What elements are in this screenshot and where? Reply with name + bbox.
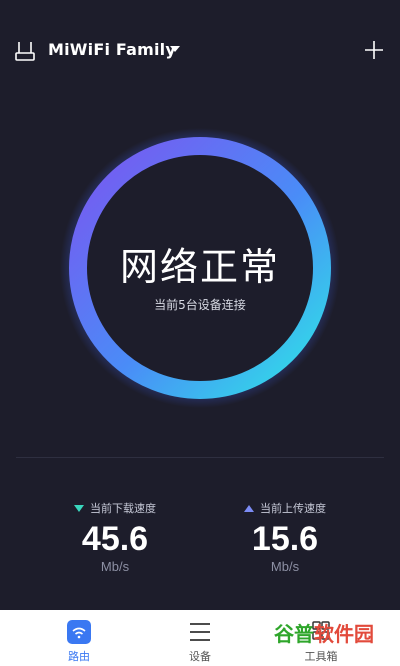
list-icon <box>190 623 210 641</box>
router-icon[interactable] <box>14 40 36 62</box>
tab-devices-label: 设备 <box>189 650 211 663</box>
upload-speed: 当前上传速度 15.6 Mb/s <box>200 500 370 574</box>
upload-arrow-icon <box>244 504 254 512</box>
watermark-part1: 谷普 <box>274 622 314 646</box>
tab-router-label: 路由 <box>68 650 90 663</box>
upload-label-text: 当前上传速度 <box>260 502 326 515</box>
network-title[interactable]: MiWiFi Family <box>48 40 176 59</box>
tab-router[interactable]: 路由 <box>24 610 134 666</box>
header: MiWiFi Family <box>0 0 400 100</box>
download-speed-unit: Mb/s <box>100 559 130 574</box>
upload-speed-unit: Mb/s <box>270 559 300 574</box>
add-icon[interactable] <box>362 38 386 62</box>
upload-speed-label: 当前上传速度 <box>200 500 370 516</box>
watermark-part2: 软件园 <box>314 622 374 646</box>
watermark: 谷普软件园 <box>274 618 374 647</box>
network-status: 网络正常 <box>119 245 280 289</box>
tab-devices[interactable]: 设备 <box>145 610 255 666</box>
download-speed-value: 45.6 <box>81 520 149 558</box>
download-speed-label: 当前下载速度 <box>30 500 200 516</box>
upload-speed-value: 15.6 <box>251 520 319 558</box>
chevron-down-icon[interactable] <box>170 46 180 52</box>
divider <box>16 457 384 458</box>
wifi-icon <box>67 620 91 644</box>
download-label-text: 当前下载速度 <box>90 502 156 515</box>
download-speed: 当前下载速度 45.6 Mb/s <box>30 500 200 574</box>
tab-toolbox-label: 工具箱 <box>304 650 338 663</box>
connected-devices-text: 当前5台设备连接 <box>154 298 246 312</box>
download-arrow-icon <box>74 504 84 512</box>
